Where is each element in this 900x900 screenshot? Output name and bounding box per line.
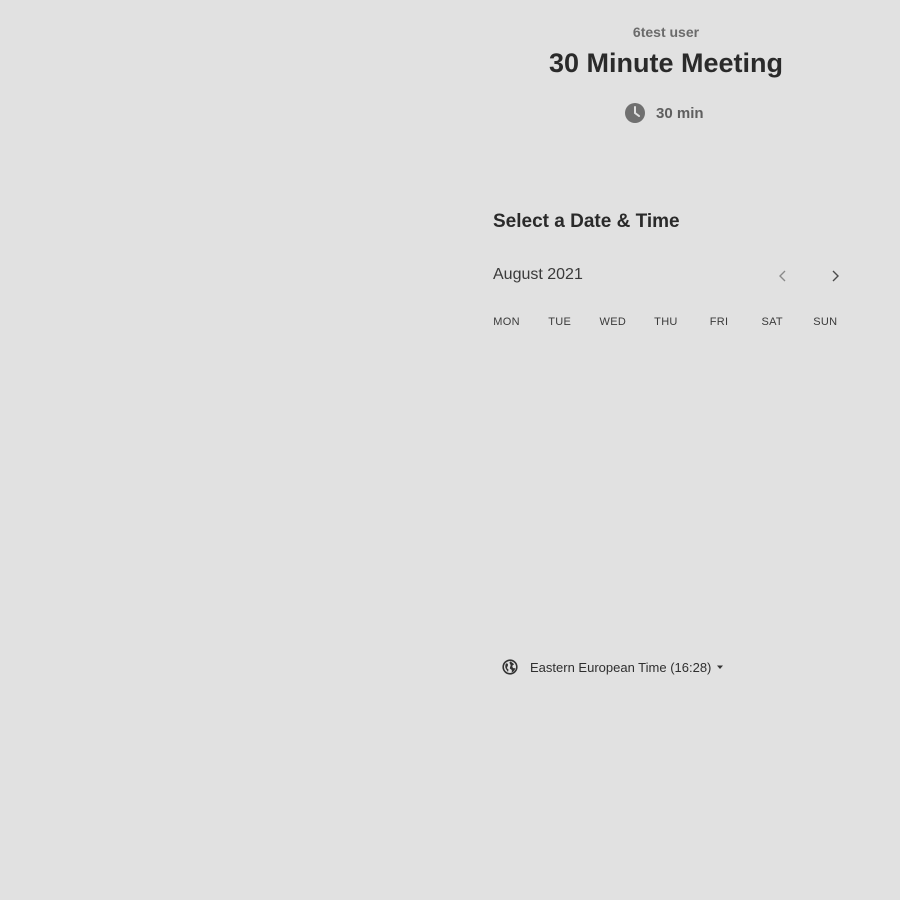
weekday-thu: THU [654,316,678,328]
weekday-mon: MON [493,316,520,328]
caret-down-icon [717,665,724,669]
weekday-tue: TUE [548,316,572,328]
clock-icon [625,103,645,123]
event-title: 30 Minute Meeting [548,48,784,78]
weekday-header: MON TUE WED THU FRI SAT SUN [480,316,852,328]
section-heading: Select a Date & Time [493,211,680,232]
weekday-fri: FRI [709,316,729,328]
month-label: August 2021 [493,266,583,283]
duration-label: 30 min [656,104,704,122]
previous-month-button[interactable] [771,264,795,288]
weekday-sat: SAT [761,316,783,328]
chevron-left-icon [779,270,786,282]
timezone-selector[interactable]: Eastern European Time (16:28) [502,659,724,675]
chevron-right-icon [832,270,839,282]
timezone-label: Eastern European Time (16:28) [530,659,712,675]
event-duration: 30 min [624,101,704,125]
host-name: 6test user [632,24,700,40]
weekday-sun: SUN [813,316,838,328]
globe-icon [502,659,518,675]
scheduling-panel: 6test user 30 Minute Meeting 30 min Sele… [432,0,900,900]
next-month-button[interactable] [823,264,847,288]
weekday-wed: WED [599,316,627,328]
